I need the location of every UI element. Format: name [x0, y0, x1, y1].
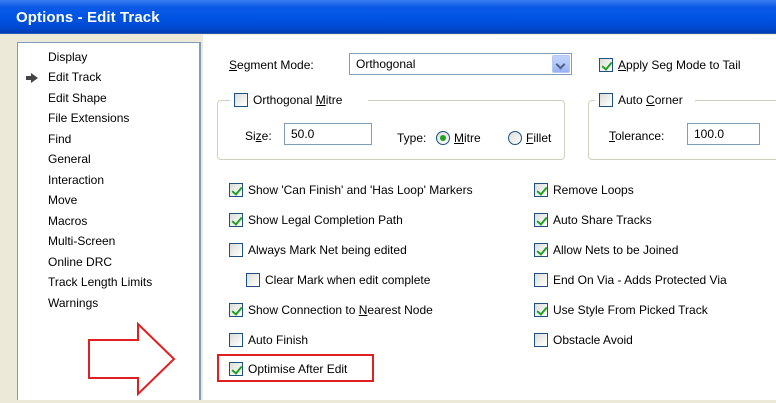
nav-item-macros[interactable]: Macros — [48, 212, 87, 230]
size-label: Size: — [245, 129, 272, 143]
show-can-finish-markers-label: Show 'Can Finish' and 'Has Loop' Markers — [248, 183, 473, 197]
auto-share-tracks-label: Auto Share Tracks — [553, 213, 652, 227]
window-title-bar: Options - Edit Track — [0, 0, 776, 34]
segment-mode-value: Orthogonal — [356, 57, 416, 71]
auto-finish-label: Auto Finish — [248, 333, 309, 347]
show-legal-completion-path-label: Show Legal Completion Path — [248, 213, 403, 227]
fillet-label: Fillet — [526, 131, 552, 145]
end-on-via-checkbox[interactable] — [534, 273, 548, 287]
clear-mark-checkbox[interactable] — [246, 273, 260, 287]
remove-loops-label: Remove Loops — [553, 183, 634, 197]
highlight-box — [217, 354, 374, 382]
chevron-down-icon[interactable] — [552, 55, 570, 73]
always-mark-net-checkbox[interactable] — [229, 243, 243, 257]
apply-seg-mode-checkbox[interactable] — [599, 58, 613, 72]
nav-item-warnings[interactable]: Warnings — [48, 294, 98, 312]
end-on-via-label: End On Via - Adds Protected Via — [553, 273, 727, 287]
arrow-right-outline-icon — [88, 321, 176, 397]
orthogonal-mitre-checkbox[interactable] — [234, 93, 248, 107]
type-label: Type: — [397, 131, 427, 145]
allow-nets-joined-checkbox[interactable] — [534, 243, 548, 257]
auto-finish-checkbox[interactable] — [229, 333, 243, 347]
nav-item-general[interactable]: General — [48, 150, 91, 168]
segment-mode-dropdown[interactable]: Orthogonal — [349, 53, 572, 75]
orthogonal-mitre-label: Orthogonal Mitre — [253, 93, 343, 107]
remove-loops-checkbox[interactable] — [534, 183, 548, 197]
clear-mark-label: Clear Mark when edit complete — [265, 273, 431, 287]
apply-seg-mode-label: Apply Seg Mode to Tail — [618, 58, 741, 72]
nav-item-find[interactable]: Find — [48, 130, 71, 148]
show-can-finish-markers-checkbox[interactable] — [229, 183, 243, 197]
auto-corner-legend: Auto Corner — [595, 91, 695, 109]
segment-mode-label: Segment Mode: — [229, 58, 314, 72]
tolerance-label: Tolerance: — [609, 129, 665, 143]
nav-item-move[interactable]: Move — [48, 191, 77, 209]
nav-item-edit-shape[interactable]: Edit Shape — [48, 89, 107, 107]
auto-share-tracks-checkbox[interactable] — [534, 213, 548, 227]
auto-corner-checkbox[interactable] — [599, 93, 613, 107]
auto-corner-label: Auto Corner — [618, 93, 683, 107]
nav-item-track-length-limits[interactable]: Track Length Limits — [48, 273, 152, 291]
allow-nets-joined-label: Allow Nets to be Joined — [553, 243, 679, 257]
nav-item-multi-screen[interactable]: Multi-Screen — [48, 232, 115, 250]
always-mark-net-label: Always Mark Net being edited — [248, 243, 407, 257]
use-style-picked-track-checkbox[interactable] — [534, 303, 548, 317]
window-title: Options - Edit Track — [16, 9, 160, 26]
callout-arrow-icon — [88, 321, 176, 403]
nav-item-online-drc[interactable]: Online DRC — [48, 253, 112, 271]
mitre-radio[interactable] — [436, 131, 450, 145]
edit-track-options-panel: Segment Mode: Orthogonal Apply Seg Mode … — [203, 35, 776, 400]
show-connection-nearest-node-label: Show Connection to Nearest Node — [248, 303, 433, 317]
nav-item-display[interactable]: Display — [48, 48, 87, 66]
show-legal-completion-path-checkbox[interactable] — [229, 213, 243, 227]
fillet-radio[interactable] — [508, 131, 522, 145]
use-style-picked-track-label: Use Style From Picked Track — [553, 303, 708, 317]
arrow-right-icon — [26, 73, 38, 83]
orthogonal-mitre-legend: Orthogonal Mitre — [230, 91, 368, 109]
size-input[interactable]: 50.0 — [284, 123, 372, 145]
nav-item-file-extensions[interactable]: File Extensions — [48, 109, 129, 127]
tolerance-input[interactable]: 100.0 — [687, 123, 760, 145]
obstacle-avoid-label: Obstacle Avoid — [553, 333, 633, 347]
show-connection-nearest-node-checkbox[interactable] — [229, 303, 243, 317]
mitre-label: Mitre — [454, 131, 481, 145]
nav-item-edit-track[interactable]: Edit Track — [48, 68, 101, 86]
nav-item-interaction[interactable]: Interaction — [48, 171, 104, 189]
obstacle-avoid-checkbox[interactable] — [534, 333, 548, 347]
